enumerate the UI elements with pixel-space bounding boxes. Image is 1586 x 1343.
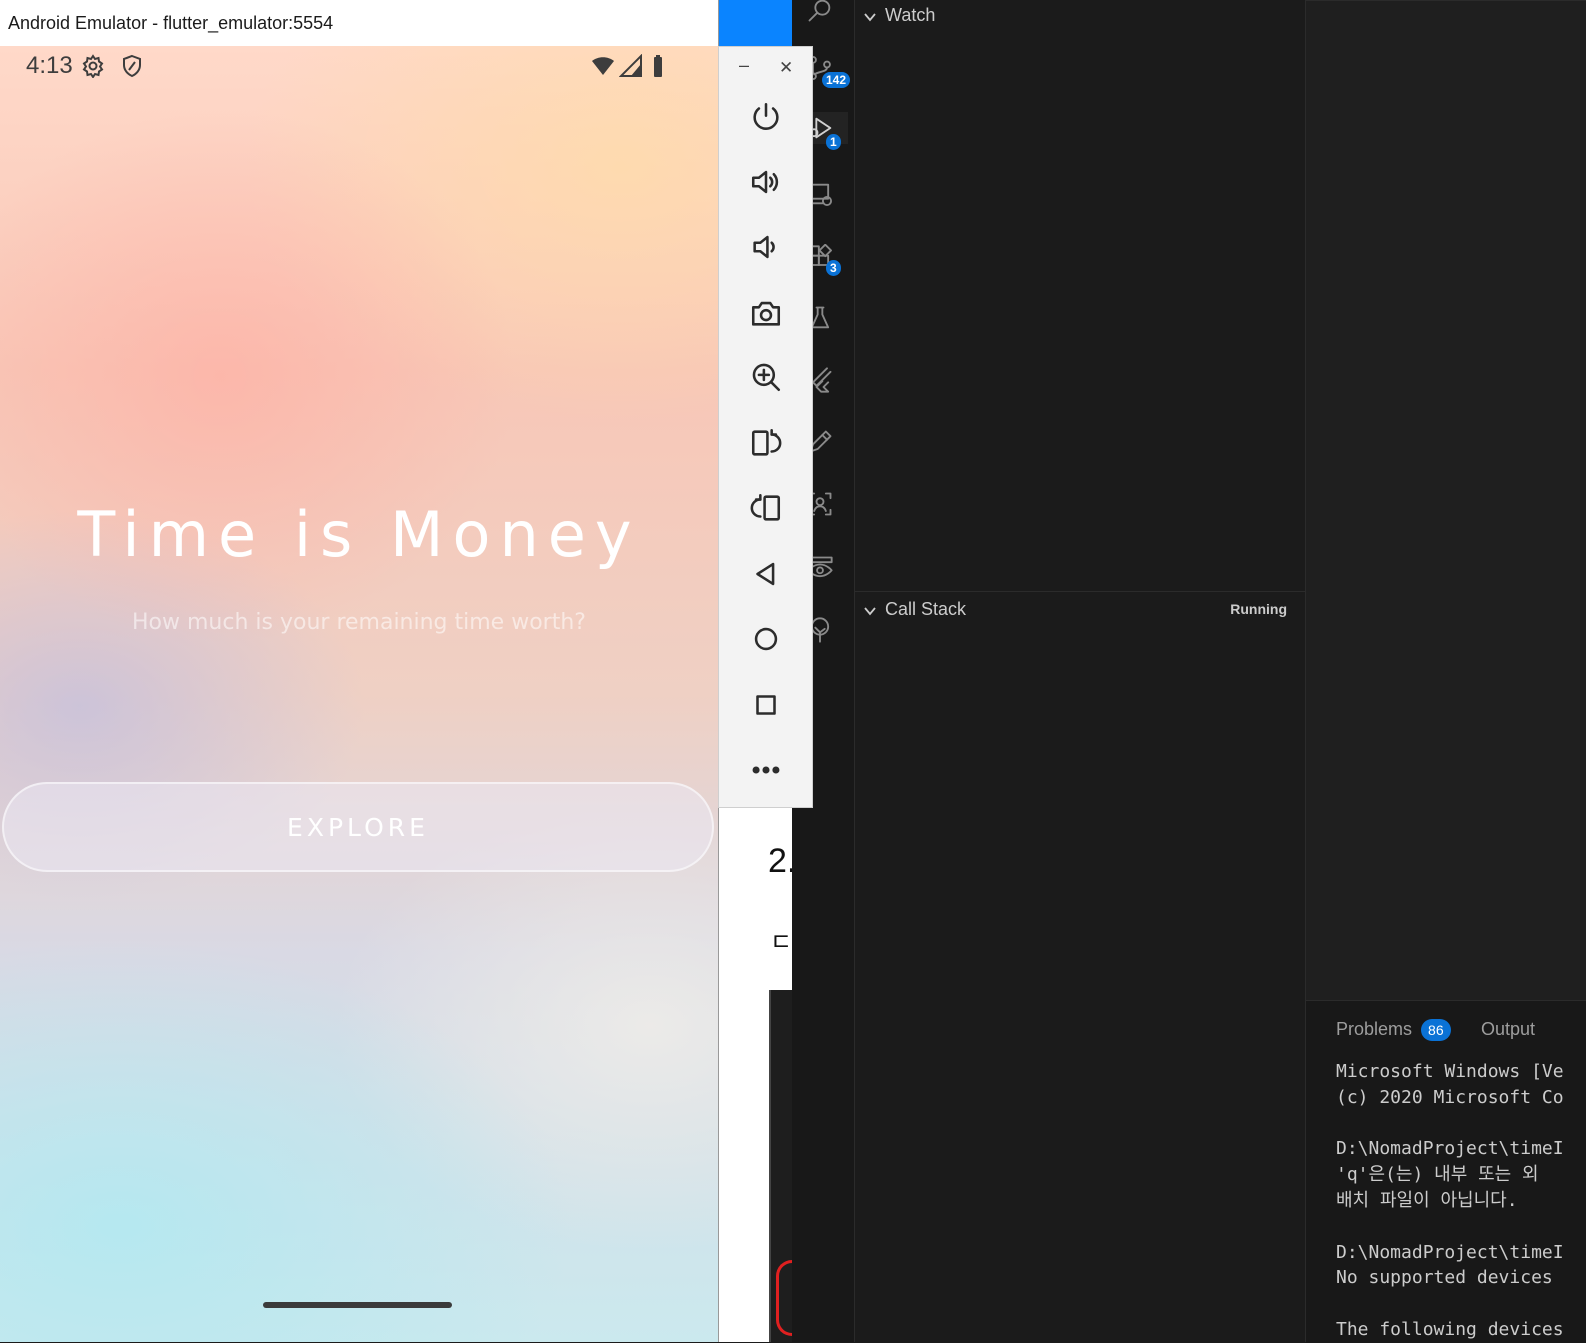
problems-count-badge: 86 [1421, 1019, 1451, 1041]
page-text-fragment: ㄷ [770, 929, 792, 956]
explore-button[interactable]: EXPLORE [2, 782, 714, 872]
debug-sidebar: Watch Call Stack Running [855, 0, 1306, 1342]
emulator-title-bar[interactable]: Android Emulator - flutter_emulator:5554 [0, 0, 718, 46]
volume-down-icon [753, 235, 775, 259]
back-button[interactable] [746, 554, 786, 594]
run-debug-badge: 1 [826, 134, 841, 150]
volume-up-button[interactable] [746, 162, 786, 202]
terminal-line: Microsoft Windows [Ve [1336, 1061, 1564, 1082]
red-annotation-mark [776, 1260, 792, 1336]
power-icon [753, 102, 779, 130]
terminal-line: D:\NomadProject\timeI [1336, 1241, 1564, 1263]
screenshot-button[interactable] [746, 293, 786, 333]
camera-icon [751, 301, 781, 326]
phone-screen: 4:13 Time is Money How much is your rema… [0, 46, 718, 1342]
status-time: 4:13 [26, 52, 73, 79]
terminal-line: 'q'은(는) 내부 또는 외 [1336, 1164, 1539, 1186]
overview-icon [756, 695, 776, 715]
call-stack-label: Call Stack [885, 598, 967, 619]
volume-up-icon [751, 170, 779, 194]
shield-icon [120, 54, 144, 78]
emulator-window: Android Emulator - flutter_emulator:5554… [0, 0, 719, 1342]
status-bar: 4:13 [0, 46, 718, 90]
terminal-output[interactable]: Microsoft Windows [Ve (c) 2020 Microsoft … [1336, 1059, 1564, 1343]
settings-gear-icon [81, 54, 105, 79]
app-subtitle: How much is your remaining time worth? [132, 610, 586, 635]
explore-label: EXPLORE [287, 812, 429, 842]
terminal-line: 배치 파일이 아닙니다. [1336, 1189, 1518, 1211]
rotate-right-button[interactable] [746, 488, 786, 528]
browser-tab-strip [718, 0, 792, 46]
close-button[interactable]: ✕ [779, 58, 793, 78]
home-button[interactable] [746, 619, 786, 659]
emulator-side-toolbar: – ✕ [718, 46, 813, 808]
chevron-down-icon [863, 602, 877, 616]
home-icon [754, 627, 778, 651]
section-divider [855, 591, 1305, 592]
tab-problems[interactable]: Problems 86 [1336, 1019, 1451, 1041]
terminal-line: (c) 2020 Microsoft Co [1336, 1086, 1564, 1108]
power-button[interactable] [746, 97, 786, 137]
back-icon [756, 562, 775, 586]
terminal-line: No supported devices [1336, 1267, 1564, 1289]
more-button[interactable] [746, 750, 786, 790]
watch-section-header[interactable]: Watch [855, 0, 1305, 30]
rotate-left-icon [751, 428, 782, 456]
editor-area [1306, 0, 1586, 1001]
call-stack-section-header[interactable]: Call Stack Running [855, 594, 1305, 624]
gesture-home-indicator[interactable] [263, 1302, 452, 1308]
rotate-left-button[interactable] [746, 423, 786, 463]
search-icon[interactable] [804, 0, 836, 26]
terminal-line: The following devices [1336, 1318, 1564, 1340]
zoom-button[interactable] [746, 357, 786, 397]
tab-output[interactable]: Output [1481, 1019, 1535, 1040]
source-control-badge: 142 [822, 72, 851, 88]
window-title: Android Emulator - flutter_emulator:5554 [8, 12, 334, 33]
call-stack-status: Running [1230, 601, 1287, 617]
more-icon [752, 766, 780, 774]
battery-icon [649, 54, 673, 78]
chevron-down-icon [863, 8, 877, 22]
volume-down-button[interactable] [746, 227, 786, 267]
cellular-signal-icon [618, 53, 643, 78]
terminal-panel: Problems 86 Output Microsoft Windows [Ve… [1306, 1000, 1586, 1343]
app-title: Time is Money [77, 498, 641, 571]
watch-label: Watch [885, 4, 936, 25]
rotate-right-icon [750, 493, 781, 521]
page-heading-fragment: 2. [768, 842, 792, 880]
wifi-icon [591, 54, 615, 78]
terminal-line: D:\NomadProject\timeI [1336, 1138, 1564, 1160]
zoom-in-icon [752, 363, 781, 392]
extensions-badge: 3 [826, 260, 841, 276]
overview-button[interactable] [746, 685, 786, 725]
minimize-button[interactable]: – [739, 55, 749, 76]
